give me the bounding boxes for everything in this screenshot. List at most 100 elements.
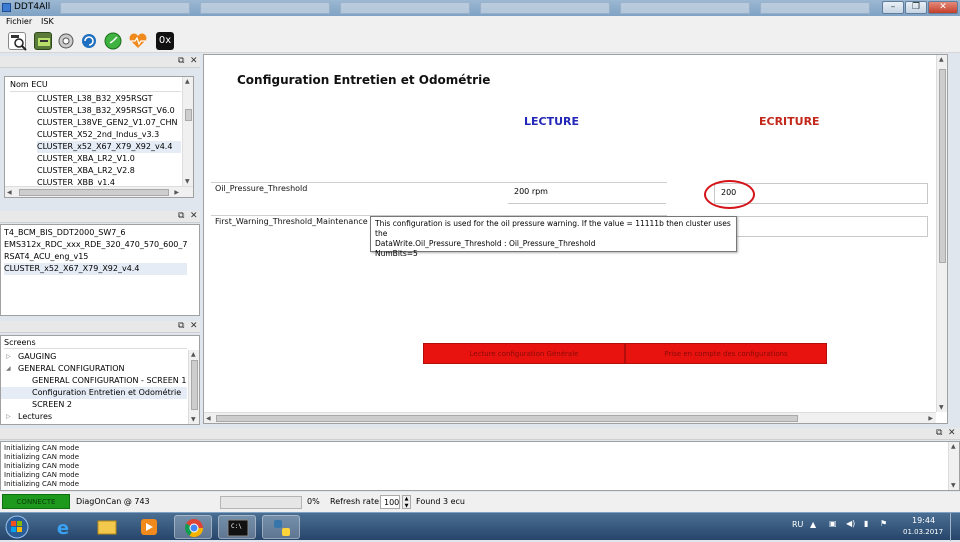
expand-icon[interactable]: ◢ [6,363,11,375]
screens-tree: Screens ▷ GAUGING ◢ GENERAL CONFIGURATION GE… [0,335,200,425]
show-desktop-button[interactable] [950,513,960,541]
found-ecu-item[interactable]: T4_BCM_BIS_DDT2000_SW7_6 [4,227,187,239]
ecu-list-scrollbar[interactable]: ▲ ▼ [182,77,193,186]
found-ecu-item[interactable]: EMS312x_RDC_xxx_RDE_320_470_570_600_710_… [4,239,187,251]
main-scrollbar[interactable]: ▲ ▼ [936,55,947,412]
clock-date[interactable]: 01.03.2017 [903,528,943,536]
volume-icon[interactable]: ◀) [846,519,855,528]
screen-tree-label: SCREEN 2 [32,400,72,409]
found-ecu-item[interactable]: CLUSTER_x52_X67_X79_X92_v4.4 [4,263,187,275]
menu-isk[interactable]: ISK [41,17,54,26]
ecu-list-hscrollbar[interactable]: ◀ ▶ [5,186,193,197]
float-icon[interactable]: ⧉ [936,428,942,438]
ecu-list-item[interactable]: CLUSTER_L38_B32_X95RSGT [37,93,181,105]
page-title: Configuration Entretien et Odométrie [237,73,491,87]
taskbar: e C:\ RU ▲ ▣ ◀) ▮ ⚑ 19:44 01.03.2017 [0,512,960,541]
media-player-icon[interactable] [130,515,168,539]
log-scrollbar[interactable]: ▲ ▼ [948,442,959,490]
protocol-label: DiagOnCan @ 743 [76,497,150,506]
screen-tree-item[interactable]: SCREEN 2 [1,399,187,411]
clock-time[interactable]: 19:44 [912,516,935,525]
expand-icon[interactable]: ▷ [6,411,11,423]
background-tab [340,2,470,14]
language-indicator[interactable]: RU [792,520,803,529]
screen-tree-item[interactable]: ◢ GENERAL CONFIGURATION [1,363,187,375]
float-icon[interactable]: ⧉ [178,321,184,331]
close-icon[interactable]: ✕ [190,56,198,66]
log-line: Initializing CAN mode [4,480,80,488]
lecture-header: LECTURE [524,115,580,128]
screen-tree-item[interactable]: ▷ GAUGING [1,351,187,363]
tooltip: This configuration is used for the oil p… [370,216,737,258]
flag-icon[interactable]: ⚑ [880,519,887,528]
found-ecu-count: Found 3 ecu [416,497,465,506]
screen-tree-label: Lectures [18,412,53,421]
svg-text:C:\: C:\ [231,523,242,530]
scan-icon[interactable] [8,32,27,51]
chevron-up-icon[interactable]: ▲ [810,520,816,529]
ecu-list-item[interactable]: CLUSTER_XBA_LR2_V2.8 [37,165,181,177]
python-icon[interactable] [262,515,300,539]
log-dock-header: ⧉ ✕ [0,428,960,440]
close-icon[interactable]: ✕ [190,211,198,221]
refresh-input[interactable]: 100 [380,495,400,509]
log-line: Initializing CAN mode [4,453,80,461]
log-line: Initializing CAN mode [4,471,80,479]
start-button[interactable] [4,515,30,539]
apply-config-button[interactable]: Prise en compte des configurations [625,343,827,364]
maximize-button[interactable]: ❐ [905,1,927,14]
ecriture-header: ECRITURE [759,115,820,128]
screens-scrollbar[interactable]: ▲ ▼ [188,350,199,424]
background-tab [760,2,870,14]
folder-icon[interactable] [88,515,126,539]
signal-icon[interactable]: ▮ [864,519,868,528]
ecu-list-item[interactable]: CLUSTER_L38VE_GEN2_V1.07_CHN [37,117,181,129]
float-icon[interactable]: ⧉ [178,211,184,221]
screen-tree-label: Configuration Entretien et Odométrie [32,388,182,397]
ie-icon[interactable]: e [44,515,82,539]
connection-status: CONNECTE [2,494,70,509]
chrome-icon[interactable] [174,515,212,539]
progress-bar [220,496,302,509]
screen-tree-item[interactable]: ▷ Lectures [1,411,187,423]
screen-tree-item[interactable]: GENERAL CONFIGURATION - SCREEN 1 [1,375,187,387]
close-icon[interactable]: ✕ [190,321,198,331]
found-ecu-item[interactable]: RSAT4_ACU_eng_v15 [4,251,187,263]
background-tab [200,2,330,14]
screen-tree-label: GENERAL CONFIGURATION - SCREEN 1 [32,376,187,385]
hex-icon[interactable]: 0x [156,32,174,50]
terminal-icon[interactable]: C:\ [218,515,256,539]
minimize-button[interactable]: – [882,1,904,14]
screens-tree-header: Screens [4,337,187,349]
log-line: Initializing CAN mode [4,462,80,470]
close-icon[interactable]: ✕ [948,428,956,438]
connect-icon[interactable] [57,32,75,50]
refresh-icon[interactable] [80,32,98,50]
field-label: Oil_Pressure_Threshold [215,184,308,193]
ecu-list-item[interactable]: CLUSTER_x52_X67_X79_X92_v4.4 [37,141,181,153]
ecu-list-item[interactable]: CLUSTER_XBA_LR2_V1.0 [37,153,181,165]
read-config-button[interactable]: Lecture configuration Générale [423,343,625,364]
menu-fichier[interactable]: Fichier [6,17,32,26]
ecu-list-item[interactable]: CLUSTER_X52_2nd_Indus_v3.3 [37,129,181,141]
refresh-spinner[interactable]: ▲ ▼ [402,495,411,509]
dashboard-icon[interactable] [34,32,52,50]
main-hscrollbar[interactable]: ◀ ▶ [204,412,936,423]
app-icon [2,3,11,12]
refresh-label: Refresh rate: [330,497,382,506]
expand-icon[interactable]: ▷ [6,351,11,363]
title-bar: DDT4All – ❐ ✕ [0,0,960,16]
write-input[interactable] [714,216,928,237]
clock-icon[interactable] [104,32,122,50]
float-icon[interactable]: ⧉ [178,56,184,66]
network-icon[interactable]: ▣ [829,519,837,528]
heart-icon[interactable] [128,32,147,50]
found-ecu-list: T4_BCM_BIS_DDT2000_SW7_6 EMS312x_RDC_xxx_… [0,224,200,316]
screen-tree-label: GAUGING [18,352,57,361]
ecu-dock-header: ⧉ ✕ [0,56,200,68]
svg-text:e: e [57,518,69,539]
ecu-list-item[interactable]: CLUSTER_L38_B32_X95RSGT_V6.0 [37,105,181,117]
screen-tree-item[interactable]: Configuration Entretien et Odométrie [1,387,187,399]
close-button[interactable]: ✕ [928,1,958,14]
toolbar: 0x [0,29,960,53]
